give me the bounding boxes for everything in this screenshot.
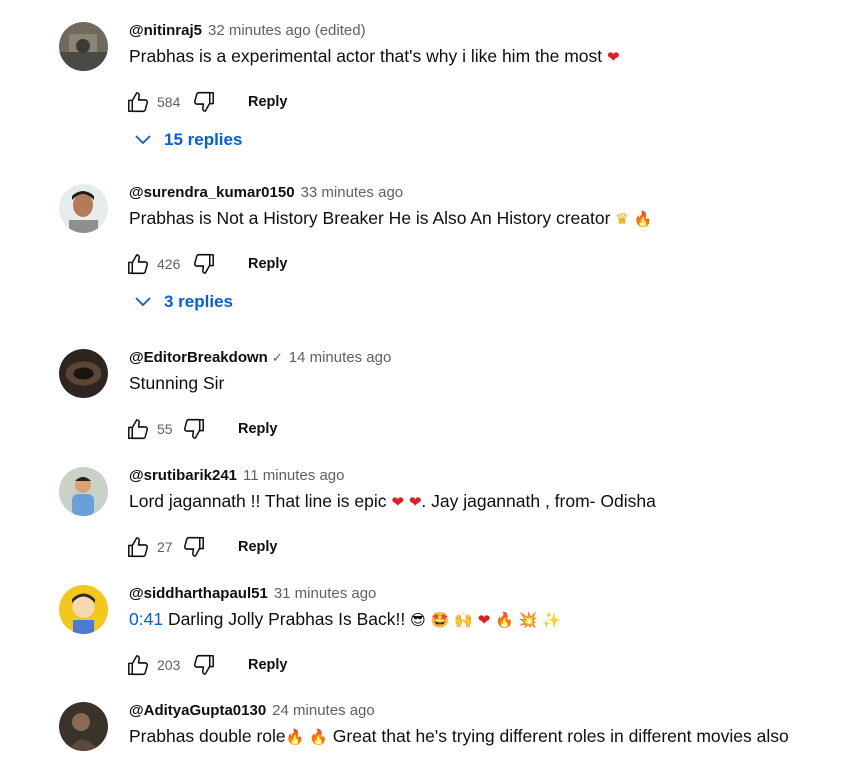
- avatar[interactable]: [59, 349, 108, 398]
- comment-text: Prabhas double role🔥 🔥 Great that he's t…: [129, 723, 789, 750]
- dislike-button[interactable]: [191, 251, 217, 277]
- comment-header: @siddharthapaul51 31 minutes ago: [129, 585, 376, 603]
- like-button[interactable]: [125, 416, 151, 442]
- comment-text: Prabhas is Not a History Breaker He is A…: [129, 205, 652, 232]
- comment-actions: 584 Reply: [125, 89, 288, 115]
- author-name[interactable]: @EditorBreakdown: [129, 349, 268, 366]
- comment-body: Stunning Sir: [129, 373, 225, 393]
- thumbs-down-icon: [191, 251, 217, 277]
- heart-emoji: ❤: [477, 611, 491, 629]
- comment-actions: 27 Reply: [125, 534, 278, 560]
- reply-button[interactable]: Reply: [248, 657, 288, 673]
- avatar[interactable]: [59, 585, 108, 634]
- replies-toggle[interactable]: 3 replies: [134, 292, 233, 312]
- comment-actions: 55 Reply: [125, 416, 278, 442]
- collision-emoji: 💥: [518, 611, 538, 629]
- heart-emoji: ❤: [607, 48, 620, 66]
- thumbs-up-icon: [125, 251, 151, 277]
- thumbs-up-icon: [125, 416, 151, 442]
- comment-header: @surendra_kumar0150 33 minutes ago: [129, 184, 403, 202]
- like-count: 203: [157, 657, 181, 673]
- reply-button[interactable]: Reply: [248, 256, 288, 272]
- reply-button[interactable]: Reply: [238, 421, 278, 437]
- heart-emoji: ❤: [391, 493, 404, 511]
- replies-count: 3 replies: [164, 292, 233, 311]
- like-button[interactable]: [125, 251, 151, 277]
- comment-body: Prabhas is Not a History Breaker He is A…: [129, 208, 611, 228]
- avatar[interactable]: [59, 184, 108, 233]
- avatar[interactable]: [59, 467, 108, 516]
- comment-text: Lord jagannath !! That line is epic ❤ ❤.…: [129, 488, 656, 515]
- comment-header: @srutibarik241 11 minutes ago: [129, 467, 344, 485]
- comment-body-continued: . Jay jagannath , from- Odisha: [421, 491, 656, 511]
- timestamp-link[interactable]: 0:41: [129, 609, 163, 629]
- thumbs-up-icon: [125, 652, 151, 678]
- comment-time[interactable]: 11 minutes ago: [243, 467, 344, 484]
- fire-emoji: 🔥: [633, 210, 653, 228]
- chevron-down-icon: [135, 297, 151, 307]
- comment-header: @AdityaGupta0130 24 minutes ago: [129, 702, 375, 720]
- comment-header: @EditorBreakdown ✓ 14 minutes ago: [129, 349, 391, 367]
- thumbs-down-icon: [191, 652, 217, 678]
- dislike-button[interactable]: [191, 652, 217, 678]
- comment-text: 0:41 Darling Jolly Prabhas Is Back!! 😎 🤩…: [129, 606, 561, 633]
- replies-count: 15 replies: [164, 130, 243, 149]
- thumbs-down-icon: [181, 534, 207, 560]
- comment-body: Lord jagannath !! That line is epic: [129, 491, 387, 511]
- comment-actions: 203 Reply: [125, 652, 288, 678]
- reply-button[interactable]: Reply: [238, 539, 278, 555]
- verified-icon: ✓: [271, 350, 283, 365]
- thumbs-down-icon: [181, 416, 207, 442]
- reply-button[interactable]: Reply: [248, 94, 288, 110]
- comment-actions: 426 Reply: [125, 251, 288, 277]
- comment-body: Prabhas double role: [129, 726, 286, 746]
- like-button[interactable]: [125, 652, 151, 678]
- star-struck-emoji: 🤩: [430, 611, 450, 629]
- dislike-button[interactable]: [181, 534, 207, 560]
- sparkles-emoji: ✨: [542, 611, 562, 629]
- thumbs-down-icon: [191, 89, 217, 115]
- fire-emoji: 🔥: [285, 728, 305, 746]
- comment-time[interactable]: 14 minutes ago: [289, 349, 392, 366]
- comment-time[interactable]: 31 minutes ago: [274, 585, 377, 602]
- comment-body-continued: Great that he's trying different roles i…: [332, 726, 789, 746]
- comment-body: Prabhas is a experimental actor that's w…: [129, 46, 603, 66]
- author-name[interactable]: @surendra_kumar0150: [129, 184, 295, 201]
- author-name[interactable]: @AdityaGupta0130: [129, 702, 266, 719]
- replies-toggle[interactable]: 15 replies: [134, 130, 242, 150]
- comment-text: Stunning Sir: [129, 370, 224, 396]
- thumbs-up-icon: [125, 89, 151, 115]
- like-count: 426: [157, 256, 181, 272]
- author-name[interactable]: @srutibarik241: [129, 467, 237, 484]
- dislike-button[interactable]: [181, 416, 207, 442]
- comment-text: Prabhas is a experimental actor that's w…: [129, 43, 620, 70]
- fire-emoji: 🔥: [309, 728, 328, 746]
- avatar[interactable]: [59, 702, 108, 751]
- fire-emoji: 🔥: [495, 611, 514, 629]
- comment-body: Darling Jolly Prabhas Is Back!!: [167, 609, 406, 629]
- author-name[interactable]: @nitinraj5: [129, 22, 202, 39]
- like-count: 584: [157, 94, 181, 110]
- chevron-down-icon: [135, 135, 151, 145]
- comment-time[interactable]: 24 minutes ago: [272, 702, 375, 719]
- sunglasses-emoji: 😎: [410, 611, 426, 629]
- avatar[interactable]: [59, 22, 108, 71]
- comment-time[interactable]: 33 minutes ago: [301, 184, 404, 201]
- like-count: 55: [157, 421, 173, 437]
- crown-emoji: ♛: [615, 210, 629, 228]
- dislike-button[interactable]: [191, 89, 217, 115]
- like-button[interactable]: [125, 89, 151, 115]
- comment-header: @nitinraj5 32 minutes ago (edited): [129, 22, 366, 40]
- comment-time[interactable]: 32 minutes ago (edited): [208, 22, 366, 39]
- author-name[interactable]: @siddharthapaul51: [129, 585, 268, 602]
- thumbs-up-icon: [125, 534, 151, 560]
- raised-hands-emoji: 🙌: [454, 611, 473, 629]
- like-button[interactable]: [125, 534, 151, 560]
- heart-emoji: ❤: [408, 493, 422, 511]
- like-count: 27: [157, 539, 173, 555]
